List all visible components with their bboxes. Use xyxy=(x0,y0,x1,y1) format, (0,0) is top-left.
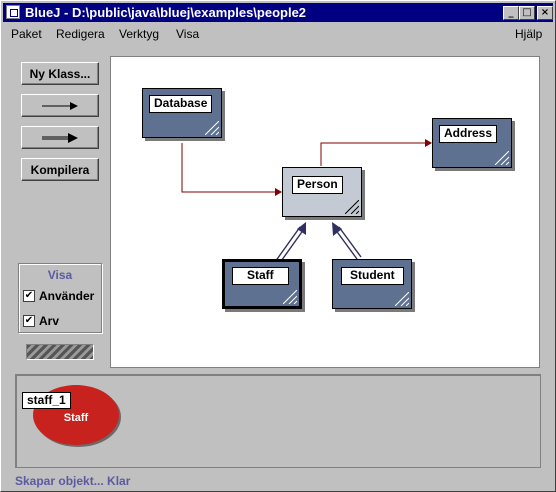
arrow-right-icon xyxy=(42,101,78,110)
uses-arrowhead-person xyxy=(275,188,282,196)
object-bench[interactable]: Staff staff_1 xyxy=(15,374,541,468)
class-staff-label: Staff xyxy=(232,267,289,285)
uses-arrowhead-address xyxy=(425,139,432,147)
new-class-button[interactable]: Ny Klass... xyxy=(21,62,99,85)
inheritance-arrowhead-student xyxy=(332,222,342,236)
inheritance-arrow-staff-person xyxy=(274,226,301,263)
uses-arrow-database-person xyxy=(181,143,275,193)
uses-checkbox[interactable]: ✔ xyxy=(23,290,35,302)
menu-verktyg[interactable]: Verktyg xyxy=(119,27,159,41)
bluej-app-icon[interactable] xyxy=(6,5,20,19)
class-corner-icon xyxy=(283,290,297,304)
view-panel-title: Visa xyxy=(47,268,73,282)
class-diagram[interactable]: Database Person Address Staff Student xyxy=(110,56,540,368)
class-student-label: Student xyxy=(341,267,404,285)
menu-help[interactable]: Hjälp xyxy=(515,27,542,41)
maximize-button[interactable]: □ xyxy=(519,6,535,20)
bluej-window: BlueJ - D:\public\java\bluej\examples\pe… xyxy=(0,0,556,492)
activity-indicator xyxy=(26,344,94,360)
uses-arrow-person-address xyxy=(320,142,425,166)
inheritance-label: Arv xyxy=(39,314,60,328)
status-bar: Skapar objekt... Klar xyxy=(15,474,131,488)
inheritance-arrow-button[interactable] xyxy=(21,126,99,149)
uses-label: Använder xyxy=(39,289,95,303)
class-student[interactable]: Student xyxy=(332,259,412,309)
class-address[interactable]: Address xyxy=(432,118,512,168)
class-corner-icon xyxy=(395,292,409,306)
class-person-label: Person xyxy=(292,176,343,194)
menu-bar: Paket Redigera Verktyg Visa Hjälp xyxy=(3,23,553,45)
class-corner-icon xyxy=(345,200,359,214)
uses-arrow-button[interactable] xyxy=(21,94,99,117)
class-person[interactable]: Person xyxy=(282,167,362,217)
object-class-label: Staff xyxy=(63,412,89,424)
menu-redigera[interactable]: Redigera xyxy=(56,27,105,41)
class-database-label: Database xyxy=(149,95,213,113)
uses-option[interactable]: ✔ Använder xyxy=(23,289,94,303)
window-title: BlueJ - D:\public\java\bluej\examples\pe… xyxy=(25,5,307,20)
title-bar[interactable]: BlueJ - D:\public\java\bluej\examples\pe… xyxy=(3,3,553,22)
class-address-label: Address xyxy=(439,125,498,143)
inheritance-option[interactable]: ✔ Arv xyxy=(23,314,59,328)
class-staff[interactable]: Staff xyxy=(222,259,302,309)
view-panel: Visa ✔ Använder ✔ Arv xyxy=(18,263,102,333)
menu-visa[interactable]: Visa xyxy=(176,27,199,41)
menu-paket[interactable]: Paket xyxy=(11,27,42,41)
close-button[interactable]: × xyxy=(537,6,553,20)
double-arrow-right-icon xyxy=(42,132,78,143)
class-corner-icon xyxy=(495,151,509,165)
object-name-label: staff_1 xyxy=(22,392,71,409)
minimize-button[interactable]: _ xyxy=(503,6,519,20)
inheritance-checkbox[interactable]: ✔ xyxy=(23,315,35,327)
class-corner-icon xyxy=(205,121,219,135)
class-database[interactable]: Database xyxy=(142,88,222,138)
inheritance-arrow-student-person xyxy=(338,226,362,258)
compile-button[interactable]: Kompilera xyxy=(21,158,99,181)
